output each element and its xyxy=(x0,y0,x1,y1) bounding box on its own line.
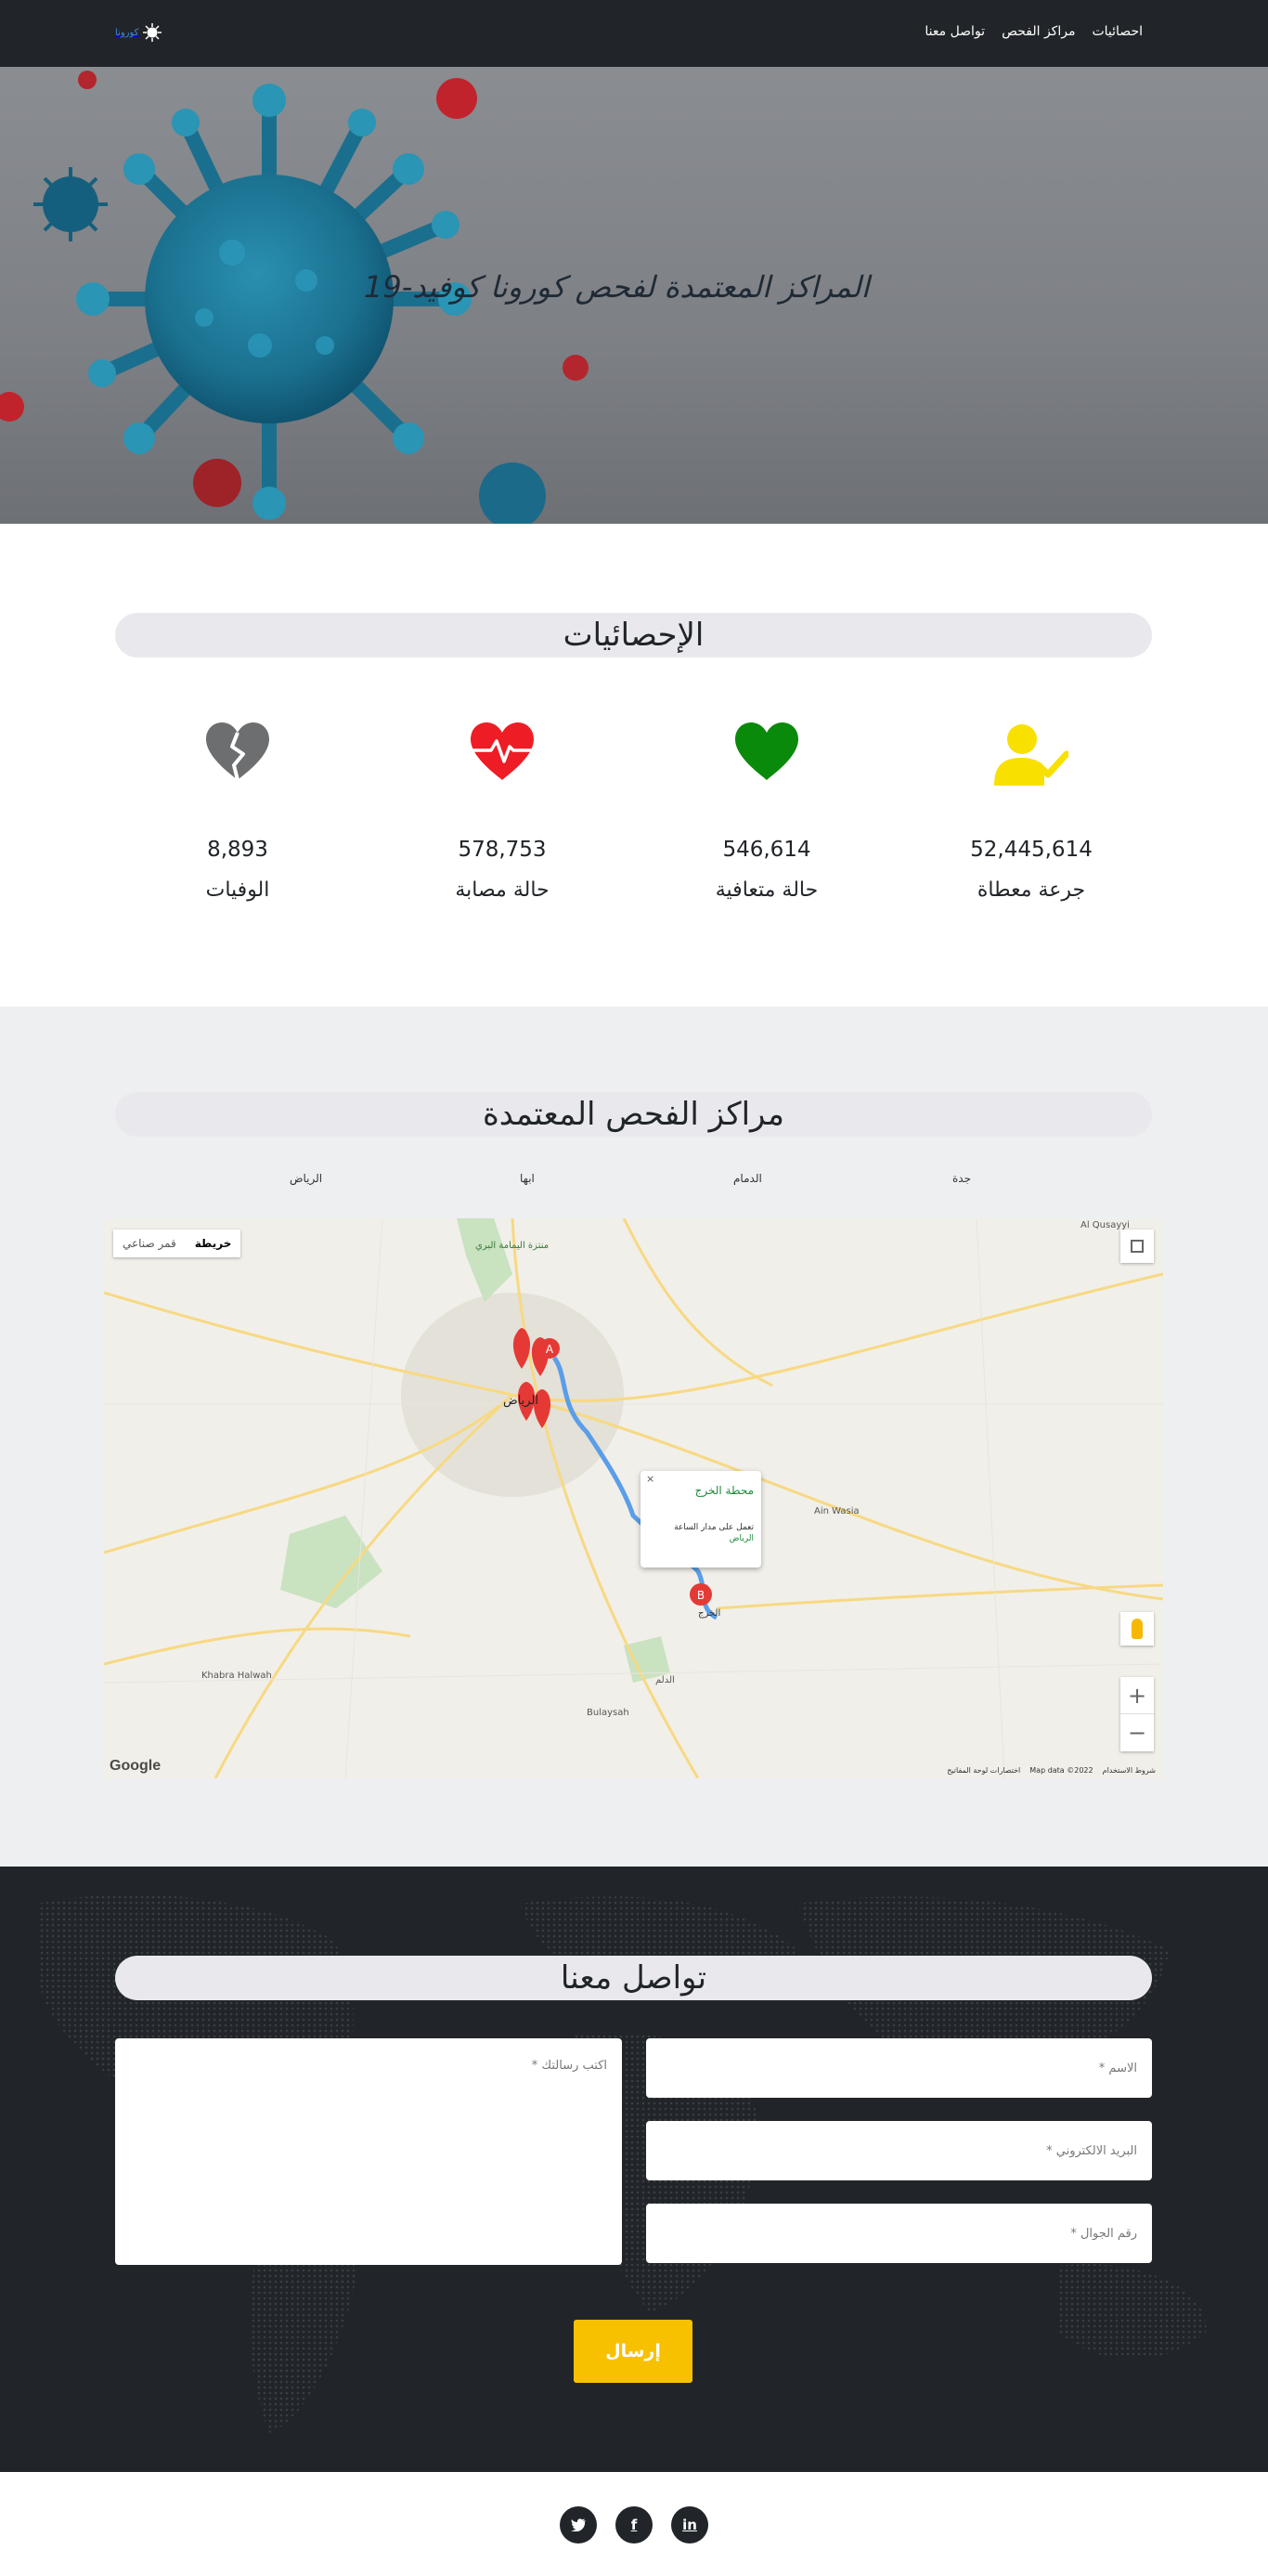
svg-text:منتزة اليمامة البري: منتزة اليمامة البري xyxy=(475,1241,549,1251)
nav-link-stats[interactable]: احصائيات xyxy=(1092,24,1143,39)
stat-infected-value: 578,753 xyxy=(458,838,547,862)
facebook-icon[interactable]: f xyxy=(615,2506,653,2543)
zoom-control: + − xyxy=(1120,1677,1154,1751)
message-textarea[interactable]: اكتب رسالتك * xyxy=(115,2038,622,2265)
pegman-icon xyxy=(1132,1619,1143,1639)
city-tab-dammam[interactable]: الدمام xyxy=(733,1172,762,1185)
zoom-in-button[interactable]: + xyxy=(1120,1677,1154,1714)
phone-field[interactable]: رقم الجوال * xyxy=(646,2204,1152,2263)
stat-deaths-label: الوفيات xyxy=(205,878,270,902)
stat-recovered: 546,614 حالة متعافية xyxy=(692,722,841,902)
submit-button[interactable]: إرسال xyxy=(574,2320,692,2383)
email-field[interactable]: البريد الالكتروني * xyxy=(646,2121,1152,2180)
stats-heading: الإحصائيات xyxy=(115,613,1152,657)
hero-title: المراكز المعتمدة لفحص كورونا كوفيد-19 xyxy=(364,269,870,305)
user-check-icon xyxy=(994,724,1068,786)
stat-recovered-label: حالة متعافية xyxy=(715,878,819,902)
nav-link-centers[interactable]: مراكز الفحص xyxy=(1002,24,1075,39)
stat-deaths-value: 8,893 xyxy=(207,838,268,862)
svg-text:B: B xyxy=(697,1589,705,1602)
info-hours: تعمل على مدار الساعة xyxy=(674,1523,754,1532)
fullscreen-button[interactable] xyxy=(1120,1229,1154,1263)
stat-infected: 578,753 حالة مصابة xyxy=(428,722,576,902)
stat-doses-value: 52,445,614 xyxy=(970,838,1093,862)
info-close-button[interactable]: × xyxy=(646,1473,654,1485)
map-data-text: Map data ©2022 xyxy=(1029,1766,1093,1775)
map-type-map-button[interactable]: خريطة xyxy=(186,1229,241,1257)
svg-text:Khabra Halwah: Khabra Halwah xyxy=(201,1671,272,1681)
city-tab-abha[interactable]: ابها xyxy=(520,1172,535,1185)
nav-links: احصائيات مراكز الفحص تواصل معنا xyxy=(925,24,1143,39)
map-canvas: B A الرياض الخرج Ain Wasia Al Qusayyi Kh… xyxy=(104,1218,1163,1778)
street-view-button[interactable] xyxy=(1120,1612,1154,1646)
map-info-window: × محطة الخرج تعمل على مدار الساعة الرياض xyxy=(640,1471,761,1568)
info-city: الرياض xyxy=(729,1534,754,1543)
svg-text:Bulaysah: Bulaysah xyxy=(587,1708,629,1718)
google-map[interactable]: B A الرياض الخرج Ain Wasia Al Qusayyi Kh… xyxy=(104,1218,1163,1778)
name-field[interactable]: الاسم * xyxy=(646,2038,1152,2098)
brand-logo[interactable]: كورونا xyxy=(115,22,162,43)
centers-heading: مراكز الفحص المعتمدة xyxy=(115,1092,1152,1137)
stat-deaths: 8,893 الوفيات xyxy=(163,722,312,902)
info-title: محطة الخرج xyxy=(694,1484,754,1497)
svg-text:A: A xyxy=(546,1343,554,1356)
nav-link-contact[interactable]: تواصل معنا xyxy=(925,24,985,39)
svg-text:الرياض: الرياض xyxy=(503,1394,538,1408)
city-tab-riyadh[interactable]: الرياض xyxy=(290,1172,322,1185)
contact-heading: تواصل معنا xyxy=(115,1956,1152,2000)
map-shortcuts-link[interactable]: اختصارات لوحة المفاتيح xyxy=(947,1766,1020,1775)
hero-banner: المراكز المعتمدة لفحص كورونا كوفيد-19 xyxy=(0,67,1268,524)
brand-text: كورونا xyxy=(115,27,139,38)
svg-text:الخرج: الخرج xyxy=(698,1608,720,1619)
city-tab-jeddah[interactable]: جدة xyxy=(952,1172,971,1185)
stat-infected-label: حالة مصابة xyxy=(455,878,550,902)
navbar: احصائيات مراكز الفحص تواصل معنا كورونا xyxy=(0,0,1268,67)
google-logo: Google xyxy=(110,1758,162,1774)
map-type-satellite-button[interactable]: قمر صناعي xyxy=(113,1229,186,1257)
zoom-out-button[interactable]: − xyxy=(1120,1714,1154,1751)
svg-text:Ain Wasia: Ain Wasia xyxy=(814,1506,860,1516)
stat-recovered-value: 546,614 xyxy=(722,838,811,862)
broken-heart-icon xyxy=(206,722,269,781)
svg-text:الدلم: الدلم xyxy=(655,1675,675,1685)
map-attribution: شروط الاستخدام Map data ©2022 اختصارات ل… xyxy=(947,1766,1156,1775)
stat-doses-label: جرعة معطاة xyxy=(977,878,1086,902)
map-terms-link[interactable]: شروط الاستخدام xyxy=(1103,1766,1156,1775)
stat-doses: 52,445,614 جرعة معطاة xyxy=(957,722,1106,902)
fullscreen-icon xyxy=(1131,1240,1144,1253)
virus-logo-icon xyxy=(143,23,162,42)
heart-icon xyxy=(735,722,798,780)
linkedin-icon[interactable]: in xyxy=(671,2506,708,2543)
heart-pulse-icon xyxy=(471,722,534,780)
map-type-control: خريطة قمر صناعي xyxy=(113,1229,241,1257)
twitter-icon[interactable] xyxy=(560,2506,597,2543)
